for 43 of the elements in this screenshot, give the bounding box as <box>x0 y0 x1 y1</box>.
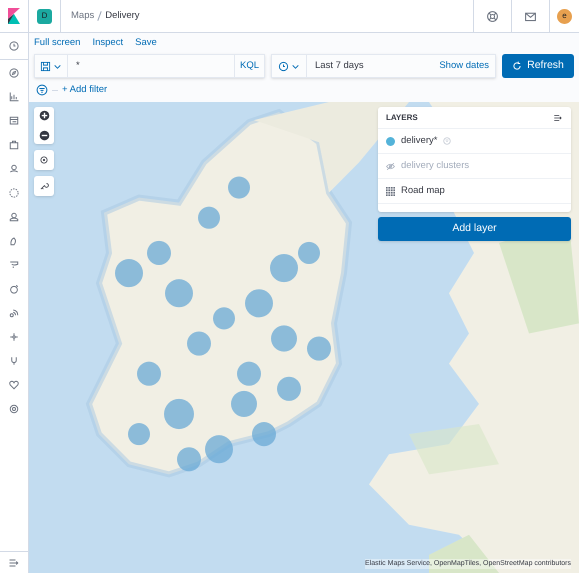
space-avatar[interactable]: D <box>37 8 52 24</box>
time-range: Last 7 days <box>314 58 365 73</box>
zoom-in-icon[interactable] <box>38 110 50 121</box>
show-dates-button[interactable]: Show dates <box>433 55 495 77</box>
query-language-button[interactable]: KQL <box>234 55 264 77</box>
collapse-icon[interactable] <box>553 112 563 122</box>
refresh-icon <box>512 61 522 71</box>
heart-icon[interactable] <box>8 379 20 391</box>
toolbar-link[interactable]: Inspect <box>92 36 124 51</box>
timer-icon[interactable] <box>8 283 20 295</box>
filter-badge-icon <box>443 137 452 145</box>
toolbar-link[interactable]: Save <box>135 36 157 51</box>
user-icon[interactable] <box>8 211 20 223</box>
eye-slash-icon <box>386 162 395 170</box>
toolbar-link[interactable]: Full screen <box>34 36 80 51</box>
add-layer-button[interactable]: Add layer <box>378 217 571 241</box>
grid-icon <box>386 186 395 196</box>
clock-icon[interactable] <box>8 40 20 52</box>
bar-chart-icon[interactable] <box>8 91 20 103</box>
breadcrumb[interactable]: Delivery <box>105 8 140 24</box>
user-avatar[interactable]: e <box>557 8 572 24</box>
signal-icon[interactable] <box>8 307 20 319</box>
target-icon <box>39 155 49 165</box>
add-filter-link[interactable]: + Add filter <box>62 82 108 98</box>
zoom-out-icon[interactable] <box>38 130 50 141</box>
dashboard-icon[interactable] <box>8 115 20 127</box>
save-icon <box>40 60 51 72</box>
panel-title: LAYERS <box>386 112 418 124</box>
tools-button[interactable] <box>34 176 54 196</box>
collapse-icon[interactable] <box>8 556 20 568</box>
breadcrumb[interactable]: Maps <box>71 8 94 24</box>
fit-bounds-button[interactable] <box>34 150 54 170</box>
compass-icon[interactable] <box>8 67 20 79</box>
filter-icon[interactable] <box>36 84 48 96</box>
briefcase-icon[interactable] <box>8 139 20 151</box>
layer-item[interactable]: Road map <box>378 179 571 204</box>
clock-icon <box>278 60 289 72</box>
query-field[interactable]: * <box>68 55 234 77</box>
help-icon[interactable] <box>486 10 499 22</box>
logo-icon[interactable] <box>8 8 20 24</box>
layer-item[interactable]: delivery* <box>378 129 571 154</box>
mail-icon[interactable] <box>524 10 537 22</box>
refresh-button[interactable]: Refresh <box>502 54 574 78</box>
